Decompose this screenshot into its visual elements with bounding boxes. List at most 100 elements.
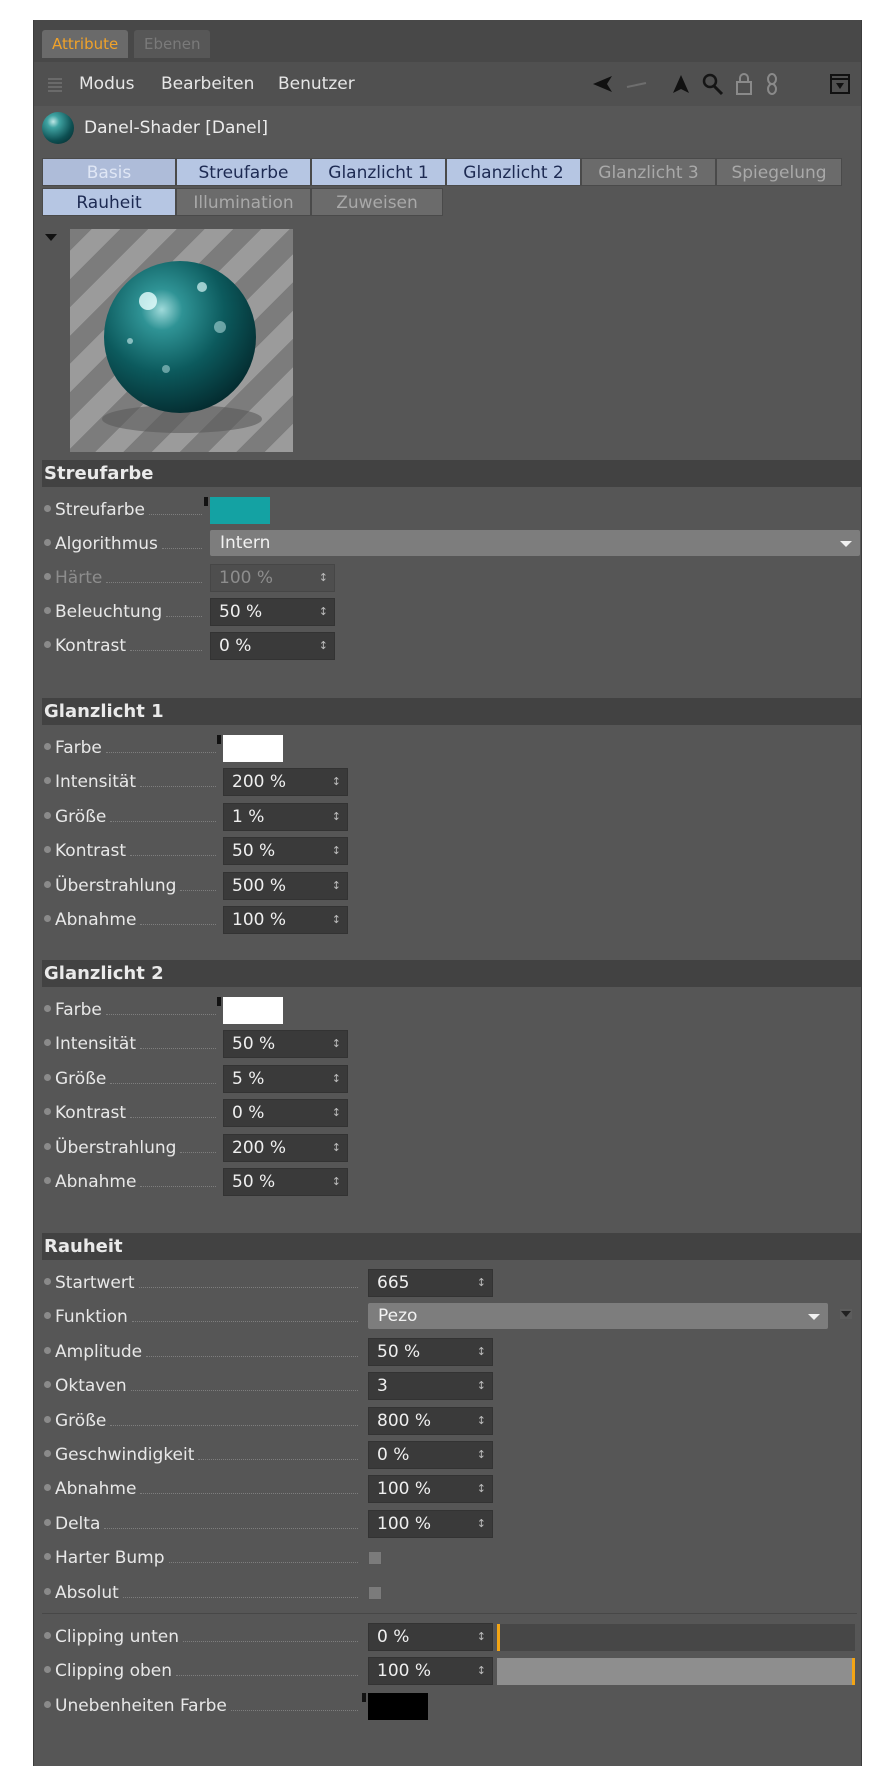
material-preview[interactable] [70,229,293,452]
arrow-forward-disabled-icon[interactable] [624,70,650,98]
animate-dot-icon[interactable] [44,1347,51,1354]
kontrast-input[interactable]: 50 % ↕ [223,837,348,865]
maximize-icon[interactable] [827,70,853,98]
absolut-checkbox[interactable] [368,1586,382,1600]
section-header-glanzlicht1[interactable]: Glanzlicht 1 [42,698,861,725]
groesse-input[interactable]: 800 % ↕ [368,1407,493,1435]
streufarbe-color-swatch[interactable] [210,497,270,524]
clipping-oben-input[interactable]: 100 % ↕ [368,1657,493,1685]
spinner-arrows-icon[interactable]: ↕ [332,1169,341,1195]
spinner-arrows-icon[interactable]: ↕ [319,599,328,625]
preset-menu-icon[interactable] [840,1309,852,1319]
tab-glanzlicht-2[interactable]: Glanzlicht 2 [446,158,581,186]
intensitaet-input[interactable]: 200 % ↕ [223,768,348,796]
groesse-input[interactable]: 1 % ↕ [223,803,348,831]
groesse-input[interactable]: 5 % ↕ [223,1065,348,1093]
spinner-arrows-icon[interactable]: ↕ [477,1511,486,1537]
collapse-arrow-icon[interactable] [45,234,57,241]
funktion-dropdown[interactable]: Pezo [368,1303,828,1329]
spinner-arrows-icon[interactable]: ↕ [477,1658,486,1684]
animate-dot-icon[interactable] [44,1666,51,1673]
spinner-arrows-icon[interactable]: ↕ [332,907,341,933]
animate-dot-icon[interactable] [44,1039,51,1046]
startwert-input[interactable]: 665 ↕ [368,1269,493,1297]
animate-dot-icon[interactable] [44,607,51,614]
spinner-arrows-icon[interactable]: ↕ [477,1373,486,1399]
animate-dot-icon[interactable] [44,1108,51,1115]
animate-dot-icon[interactable] [44,1588,51,1595]
arrow-up-icon[interactable] [668,70,694,98]
spinner-arrows-icon[interactable]: ↕ [477,1476,486,1502]
section-header-rauheit[interactable]: Rauheit [42,1233,861,1260]
kontrast-input[interactable]: 0 % ↕ [223,1099,348,1127]
animate-dot-icon[interactable] [44,881,51,888]
amplitude-input[interactable]: 50 % ↕ [368,1338,493,1366]
keyframe-marker-icon[interactable] [204,497,208,506]
animate-dot-icon[interactable] [44,812,51,819]
tab-zuweisen[interactable]: Zuweisen [311,188,443,216]
spinner-arrows-icon[interactable]: ↕ [332,804,341,830]
spinner-arrows-icon[interactable]: ↕ [332,769,341,795]
animate-dot-icon[interactable] [44,1278,51,1285]
menu-bearbeiten[interactable]: Bearbeiten [161,62,254,106]
animate-dot-icon[interactable] [44,1484,51,1491]
tab-illumination[interactable]: Illumination [176,188,311,216]
arrow-back-icon[interactable] [590,70,616,98]
animate-dot-icon[interactable] [44,1632,51,1639]
tab-rauheit[interactable]: Rauheit [42,188,176,216]
grip-icon[interactable] [48,76,62,92]
animate-dot-icon[interactable] [44,1143,51,1150]
unebenheiten-farbe-color-swatch[interactable] [368,1693,428,1720]
animate-dot-icon[interactable] [44,539,51,546]
abnahme-input[interactable]: 100 % ↕ [223,906,348,934]
spinner-arrows-icon[interactable]: ↕ [477,1408,486,1434]
link-icon[interactable] [759,70,785,98]
animate-dot-icon[interactable] [44,1519,51,1526]
tab-attribute[interactable]: Attribute [42,30,129,58]
spinner-arrows-icon[interactable]: ↕ [477,1339,486,1365]
slider-handle[interactable] [852,1658,855,1685]
harter-bump-checkbox[interactable] [368,1551,382,1565]
kontrast-input[interactable]: 0 % ↕ [210,632,335,660]
animate-dot-icon[interactable] [44,641,51,648]
section-header-glanzlicht2[interactable]: Glanzlicht 2 [42,960,861,987]
tab-streufarbe[interactable]: Streufarbe [176,158,311,186]
spinner-arrows-icon[interactable]: ↕ [332,873,341,899]
beleuchtung-input[interactable]: 50 % ↕ [210,598,335,626]
animate-dot-icon[interactable] [44,1450,51,1457]
spinner-arrows-icon[interactable]: ↕ [319,633,328,659]
tab-basis[interactable]: Basis [42,158,176,186]
section-header-streufarbe[interactable]: Streufarbe [42,460,861,487]
tab-glanzlicht-3[interactable]: Glanzlicht 3 [581,158,716,186]
spinner-arrows-icon[interactable]: ↕ [477,1442,486,1468]
spinner-arrows-icon[interactable]: ↕ [332,1135,341,1161]
geschwindigkeit-input[interactable]: 0 % ↕ [368,1441,493,1469]
farbe-color-swatch[interactable] [223,735,283,762]
delta-input[interactable]: 100 % ↕ [368,1510,493,1538]
keyframe-marker-icon[interactable] [217,997,221,1006]
animate-dot-icon[interactable] [44,1553,51,1560]
animate-dot-icon[interactable] [44,743,51,750]
tab-glanzlicht-1[interactable]: Glanzlicht 1 [311,158,446,186]
tab-spiegelung[interactable]: Spiegelung [716,158,842,186]
spinner-arrows-icon[interactable]: ↕ [332,1100,341,1126]
clipping-oben-slider[interactable] [497,1658,855,1685]
spinner-arrows-icon[interactable]: ↕ [477,1624,486,1650]
clipping-unten-input[interactable]: 0 % ↕ [368,1623,493,1651]
animate-dot-icon[interactable] [44,1005,51,1012]
abnahme-input[interactable]: 50 % ↕ [223,1168,348,1196]
animate-dot-icon[interactable] [44,505,51,512]
slider-handle[interactable] [497,1624,500,1651]
algorithmus-dropdown[interactable]: Intern [210,530,860,556]
animate-dot-icon[interactable] [44,915,51,922]
spinner-arrows-icon[interactable]: ↕ [319,565,328,591]
menu-benutzer[interactable]: Benutzer [278,62,355,106]
animate-dot-icon[interactable] [44,846,51,853]
ueberstrahlung-input[interactable]: 200 % ↕ [223,1134,348,1162]
spinner-arrows-icon[interactable]: ↕ [332,1031,341,1057]
farbe-color-swatch[interactable] [223,997,283,1024]
spinner-arrows-icon[interactable]: ↕ [477,1270,486,1296]
animate-dot-icon[interactable] [44,777,51,784]
menu-modus[interactable]: Modus [79,62,135,106]
animate-dot-icon[interactable] [44,573,51,580]
